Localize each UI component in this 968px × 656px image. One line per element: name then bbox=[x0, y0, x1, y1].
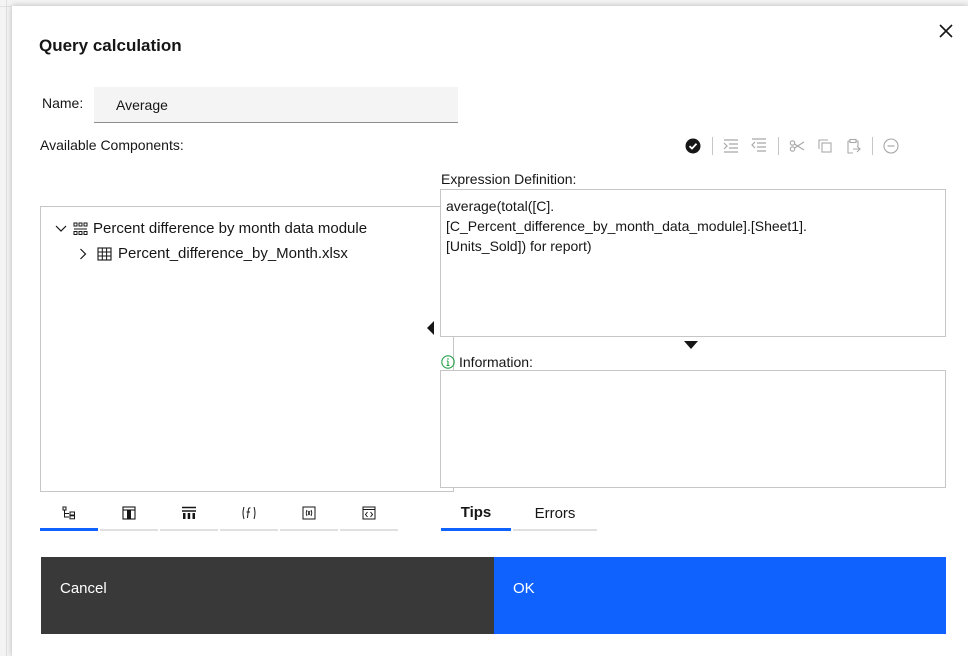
function-icon bbox=[240, 506, 258, 520]
data-items-icon bbox=[62, 506, 76, 520]
expression-editor[interactable]: average(total([C]. [C_Percent_difference… bbox=[440, 189, 946, 337]
close-icon[interactable] bbox=[936, 22, 956, 42]
collapse-down-icon[interactable] bbox=[684, 337, 698, 349]
tree-item-data-module[interactable]: Percent difference by month data module bbox=[55, 220, 367, 237]
columns-icon bbox=[181, 506, 197, 520]
table-icon bbox=[97, 246, 112, 261]
expression-definition-label: Expression Definition: bbox=[441, 171, 577, 187]
tab-macros[interactable] bbox=[340, 497, 398, 531]
table-panel-icon bbox=[122, 506, 136, 520]
name-label: Name: bbox=[42, 95, 84, 111]
parameters-icon bbox=[302, 506, 316, 520]
chevron-right-icon[interactable] bbox=[79, 248, 91, 260]
chevron-down-icon[interactable] bbox=[55, 223, 67, 235]
cancel-button[interactable]: Cancel bbox=[41, 557, 494, 634]
tree-item-xlsx[interactable]: Percent_difference_by_Month.xlsx bbox=[79, 245, 348, 262]
available-components-label: Available Components: bbox=[40, 137, 184, 153]
toolbar-divider bbox=[778, 137, 779, 155]
information-label: Information: bbox=[441, 354, 533, 370]
validate-icon[interactable] bbox=[682, 136, 704, 156]
data-module-icon bbox=[73, 222, 88, 236]
tree-item-label: Percent difference by month data module bbox=[93, 220, 368, 237]
tree-item-label: Percent_difference_by_Month.xlsx bbox=[118, 245, 348, 262]
paste-icon[interactable] bbox=[842, 136, 864, 156]
background-gridline bbox=[6, 0, 7, 656]
ok-button[interactable]: OK bbox=[494, 557, 946, 634]
tab-parameters[interactable] bbox=[280, 497, 338, 531]
name-input[interactable] bbox=[94, 87, 458, 123]
outdent-icon[interactable] bbox=[748, 136, 770, 156]
info-icon bbox=[441, 355, 455, 369]
cut-icon[interactable] bbox=[786, 136, 808, 156]
tab-errors[interactable]: Errors bbox=[513, 497, 597, 531]
components-tree: Percent difference by month data module … bbox=[40, 206, 454, 492]
tab-functions[interactable] bbox=[220, 497, 278, 531]
information-panel bbox=[440, 370, 946, 488]
query-calculation-dialog: Query calculation Name: Available Compon… bbox=[12, 6, 968, 656]
indent-icon[interactable] bbox=[720, 136, 742, 156]
copy-icon[interactable] bbox=[814, 136, 836, 156]
expression-toolbar bbox=[682, 136, 908, 156]
tab-table-panel[interactable] bbox=[100, 497, 158, 531]
tab-data-items[interactable] bbox=[40, 497, 98, 531]
information-label-text: Information: bbox=[459, 354, 533, 370]
collapse-left-icon[interactable] bbox=[427, 321, 435, 335]
remove-icon[interactable] bbox=[880, 136, 902, 156]
toolbar-divider bbox=[712, 137, 713, 155]
tab-tips[interactable]: Tips bbox=[441, 497, 511, 531]
tab-columns[interactable] bbox=[160, 497, 218, 531]
dialog-title: Query calculation bbox=[39, 36, 182, 55]
toolbar-divider bbox=[872, 137, 873, 155]
macros-icon bbox=[362, 506, 376, 520]
